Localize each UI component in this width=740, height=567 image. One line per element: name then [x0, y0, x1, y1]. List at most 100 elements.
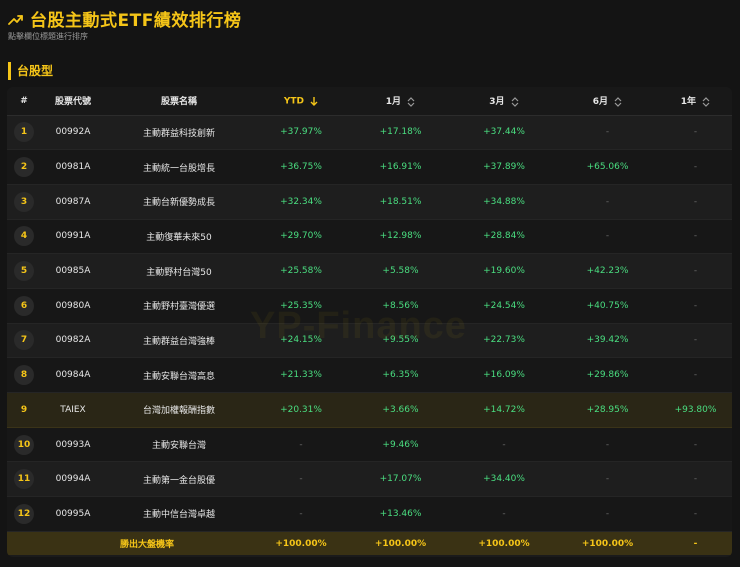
- rank-badge: 8: [14, 365, 34, 386]
- return-m3: +34.88%: [452, 184, 556, 220]
- return-m6: +28.95%: [556, 392, 659, 428]
- col-header-3m[interactable]: 3月: [452, 87, 556, 116]
- stock-name: 主動野村台灣50: [105, 253, 253, 289]
- return-m3: -: [452, 496, 556, 532]
- rank-badge: 11: [14, 469, 34, 490]
- return-m6: +39.42%: [556, 323, 659, 359]
- stock-name: 台灣加權報酬指數: [105, 392, 253, 428]
- return-ytd: -: [253, 427, 349, 463]
- rank-badge: 6: [14, 295, 34, 316]
- stock-code: TAIEX: [41, 392, 105, 428]
- return-ytd: +36.75%: [253, 149, 349, 185]
- return-y1: -: [659, 184, 732, 220]
- return-m6: +65.06%: [556, 149, 659, 185]
- sort-desc-icon: [310, 96, 318, 106]
- rank-badge: 12: [14, 503, 34, 524]
- benchmark-row: 9 TAIEX 台灣加權報酬指數 +20.31% +3.66% +14.72% +28.95…: [7, 392, 732, 428]
- section-title: 台股型: [8, 62, 53, 80]
- col-header-ytd[interactable]: YTD: [253, 87, 349, 116]
- stock-code: 00985A: [41, 253, 105, 289]
- stock-name: 主動台新優勢成長: [105, 184, 253, 220]
- return-y1: -: [659, 427, 732, 463]
- col-header-1y[interactable]: 1年: [659, 87, 732, 116]
- return-ytd: +24.15%: [253, 323, 349, 359]
- table-row: 10 00993A 主動安聯台灣 - +9.46% - - -: [7, 427, 732, 463]
- sort-both-icon: [407, 96, 415, 107]
- stock-code: 00994A: [41, 461, 105, 498]
- stock-name: 主動群益科技創新: [105, 115, 253, 151]
- stock-code: 00984A: [41, 357, 105, 393]
- rank-badge: 10: [14, 434, 34, 455]
- return-m6: -: [556, 219, 659, 255]
- win-rate-1m: +100.00%: [374, 538, 427, 549]
- stock-name: 主動野村臺灣優選: [105, 288, 253, 324]
- return-m1: +6.35%: [349, 357, 452, 393]
- return-m1: +17.18%: [349, 115, 452, 151]
- title-row: 台股主動式ETF績效排行榜: [8, 6, 241, 31]
- return-m6: -: [556, 427, 659, 463]
- table-row: 11 00994A 主動第一金台股優 - +17.07% +34.40% - -: [7, 461, 732, 498]
- win-rate-ytd: +100.00%: [275, 538, 327, 549]
- return-m1: +17.07%: [349, 461, 452, 498]
- return-ytd: -: [253, 496, 349, 532]
- page-title: 台股主動式ETF績效排行榜: [30, 11, 242, 31]
- return-y1: -: [659, 115, 732, 151]
- return-ytd: +32.34%: [253, 184, 349, 220]
- col-header-6m[interactable]: 6月: [556, 87, 659, 116]
- rank-badge: 9: [20, 404, 28, 415]
- return-m6: +29.86%: [556, 357, 659, 393]
- win-rate-3m: +100.00%: [478, 538, 530, 549]
- return-m1: +9.46%: [349, 427, 452, 463]
- return-m6: -: [556, 115, 659, 151]
- sort-both-icon: [511, 96, 519, 107]
- rank-badge: 2: [14, 157, 34, 178]
- win-rate-6m: +100.00%: [581, 538, 634, 549]
- rank-badge: 4: [14, 226, 34, 247]
- stock-name: 主動群益台灣強棒: [105, 323, 253, 359]
- return-ytd: +20.31%: [253, 392, 349, 428]
- return-ytd: +21.33%: [253, 357, 349, 393]
- trend-up-icon: [8, 14, 23, 25]
- return-m6: -: [556, 496, 659, 532]
- return-m3: +34.40%: [452, 461, 556, 498]
- table-header-row: # 股票代號 股票名稱 YTD 1月 3月 6月 1年: [7, 87, 732, 116]
- return-y1: -: [659, 496, 732, 532]
- return-m6: +40.75%: [556, 288, 659, 324]
- return-m1: +8.56%: [349, 288, 452, 324]
- return-m3: +37.44%: [452, 115, 556, 151]
- col-header-code[interactable]: 股票代號: [41, 87, 105, 116]
- page-header: 台股主動式ETF績效排行榜 點擊欄位標題進行排序: [0, 0, 740, 60]
- col-header-name[interactable]: 股票名稱: [105, 87, 253, 116]
- stock-name: 主動安聯台灣高息: [105, 357, 253, 393]
- col-header-1m[interactable]: 1月: [349, 87, 452, 116]
- return-m6: -: [556, 184, 659, 220]
- table-row: 12 00995A 主動中信台灣卓越 - +13.46% - - -: [7, 496, 732, 532]
- stock-name: 主動安聯台灣: [105, 427, 253, 463]
- return-m1: +3.66%: [349, 392, 452, 428]
- return-ytd: -: [253, 461, 349, 498]
- table-row: 3 00987A 主動台新優勢成長 +32.34% +18.51% +34.88% - -: [7, 184, 732, 220]
- return-y1: +93.80%: [659, 392, 732, 428]
- return-m1: +13.46%: [349, 496, 452, 532]
- return-y1: -: [659, 149, 732, 185]
- stock-code: 00991A: [41, 219, 105, 255]
- stock-name: 主動第一金台股優: [105, 461, 253, 498]
- stock-code: 00987A: [41, 184, 105, 220]
- table-row: 1 00992A 主動群益科技創新 +37.97% +17.18% +37.44% - -: [7, 115, 732, 151]
- table-row: 4 00991A 主動復華未來50 +29.70% +12.98% +28.84% - -: [7, 219, 732, 255]
- sort-both-icon: [614, 96, 622, 107]
- table-row: 8 00984A 主動安聯台灣高息 +21.33% +6.35% +16.09% +29.8…: [7, 357, 732, 393]
- return-m6: -: [556, 461, 659, 498]
- stock-code: 00992A: [41, 115, 105, 151]
- sort-both-icon: [702, 96, 710, 107]
- return-ytd: +25.35%: [253, 288, 349, 324]
- return-m3: +16.09%: [452, 357, 556, 393]
- rank-badge: 1: [14, 122, 34, 143]
- rank-badge: 5: [14, 261, 34, 282]
- return-ytd: +37.97%: [253, 115, 349, 151]
- col-header-rank: #: [7, 87, 41, 116]
- return-ytd: +29.70%: [253, 219, 349, 255]
- rank-badge: 7: [14, 330, 34, 351]
- return-m3: +24.54%: [452, 288, 556, 324]
- table-row: 7 00982A 主動群益台灣強棒 +24.15% +9.55% +22.73% +39.4…: [7, 323, 732, 359]
